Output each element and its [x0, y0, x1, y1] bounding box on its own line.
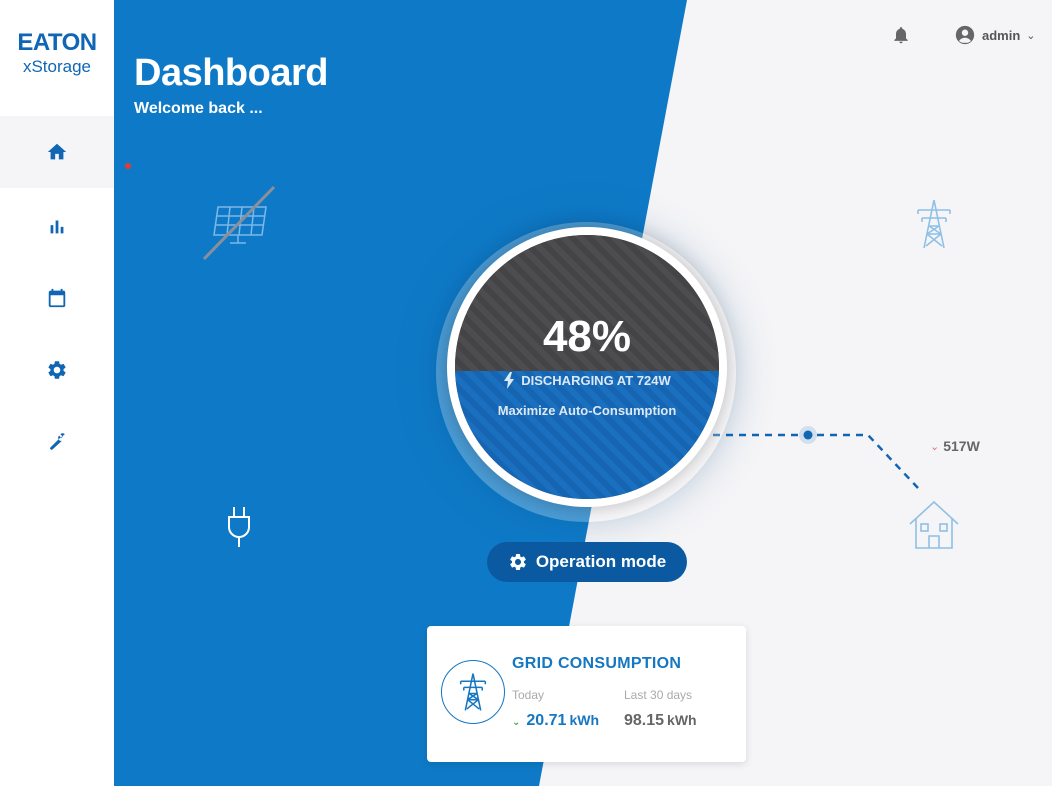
battery-fill-area: [455, 371, 719, 499]
lightning-icon: [504, 372, 515, 389]
house-flow-path: [700, 433, 919, 489]
card-title: GRID CONSUMPTION: [512, 655, 682, 672]
battery-status: DISCHARGING AT 724W: [455, 372, 719, 389]
operation-mode-label: Operation mode: [535, 552, 667, 571]
flow-particle-glow: [799, 426, 817, 444]
chevron-down-icon: ⌄: [512, 717, 521, 728]
today-value: ⌄ 20.71 kWh: [512, 712, 599, 730]
bar-chart-icon: [50, 220, 64, 234]
battery-percent: 48%: [542, 312, 632, 361]
flow-particle: [803, 430, 813, 440]
battery-status-text: DISCHARGING AT 724W: [521, 373, 671, 388]
user-avatar-icon: [955, 25, 975, 45]
home-icon: [47, 143, 67, 160]
page-title: Dashboard: [134, 52, 328, 94]
sidebar-item-settings[interactable]: [0, 334, 114, 406]
chevron-down-icon: ⌄: [930, 440, 940, 453]
sidebar: EATON xStorage: [0, 0, 114, 786]
bell-icon: [894, 27, 908, 44]
today-value-unit: kWh: [569, 712, 599, 728]
house-power-readout: ⌄ 517W: [930, 438, 980, 454]
month-value-unit: kWh: [667, 712, 697, 728]
logo-main-text: EATON: [17, 29, 97, 56]
house-power-value: 517W: [943, 438, 980, 454]
sidebar-item-statistics[interactable]: [0, 190, 114, 262]
today-value-number: 20.71: [526, 712, 567, 729]
operation-mode-text: Maximize Auto-Consumption: [497, 403, 677, 418]
welcome-message: Welcome back ...: [134, 100, 263, 117]
sidebar-item-calendar[interactable]: [0, 262, 114, 334]
logo-sub-text: xStorage: [22, 57, 92, 76]
today-label: Today: [512, 688, 545, 702]
wrench-icon: [50, 433, 65, 450]
month-value-number: 98.15: [624, 712, 665, 729]
grid-tower-icon: [459, 673, 487, 711]
user-menu[interactable]: admin ⌄: [954, 24, 1036, 46]
operation-mode-button[interactable]: Operation mode: [487, 542, 687, 582]
battery-gauge[interactable]: [455, 235, 719, 499]
last-30-days-label: Last 30 days: [624, 688, 693, 702]
last-30-days-value: 98.15 kWh: [624, 712, 697, 730]
grid-tower-icon: [917, 199, 951, 249]
gear-icon: [510, 554, 526, 570]
notifications-button[interactable]: [891, 25, 913, 47]
grid-consumption-card[interactable]: GRID CONSUMPTION Today Last 30 days ⌄ 20…: [427, 626, 746, 762]
eaton-logo[interactable]: EATON xStorage: [0, 30, 114, 77]
sidebar-item-maintenance[interactable]: [0, 406, 114, 478]
calendar-icon: [48, 288, 66, 308]
sidebar-item-home[interactable]: [0, 116, 114, 188]
plug-icon: [228, 507, 250, 547]
card-icon-circle: [441, 660, 505, 724]
user-name: admin: [982, 27, 1021, 43]
gear-icon: [48, 361, 66, 379]
alert-dot: [125, 163, 131, 169]
chevron-down-icon: ⌄: [1026, 29, 1036, 42]
house-icon: [909, 500, 959, 549]
solar-panel-icon: [202, 185, 276, 261]
